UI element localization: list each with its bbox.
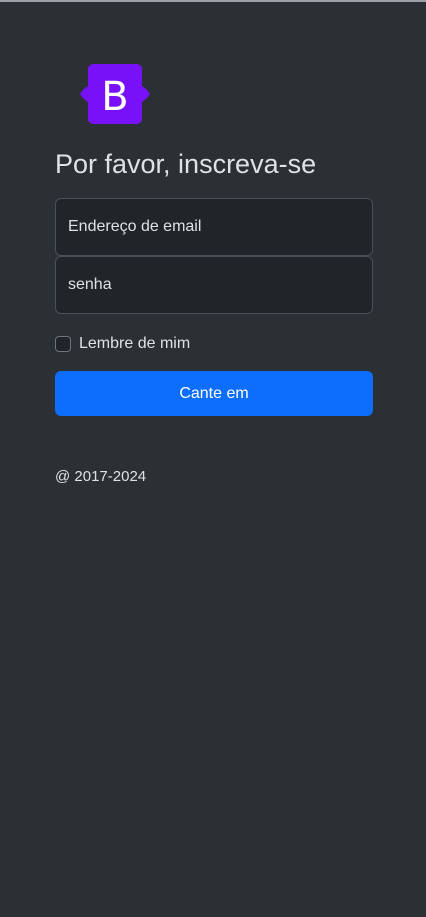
bootstrap-logo-icon: B xyxy=(78,64,152,124)
email-field[interactable] xyxy=(55,198,373,256)
remember-me-label[interactable]: Lembre de mim xyxy=(79,335,190,353)
password-field[interactable] xyxy=(55,256,373,314)
window-top-border xyxy=(0,0,426,2)
email-input[interactable] xyxy=(68,218,360,236)
copyright-text: @ 2017-2024 xyxy=(55,468,147,485)
sign-in-button[interactable]: Cante em xyxy=(55,371,373,416)
signin-form: B Por favor, inscreva-se Lembre de mim C… xyxy=(55,64,373,500)
page-title: Por favor, inscreva-se xyxy=(55,149,317,179)
password-input[interactable] xyxy=(68,276,360,294)
logo-letter: B xyxy=(101,74,128,120)
remember-me-checkbox[interactable] xyxy=(55,336,71,352)
remember-me-row[interactable]: Lembre de mim xyxy=(55,334,373,354)
